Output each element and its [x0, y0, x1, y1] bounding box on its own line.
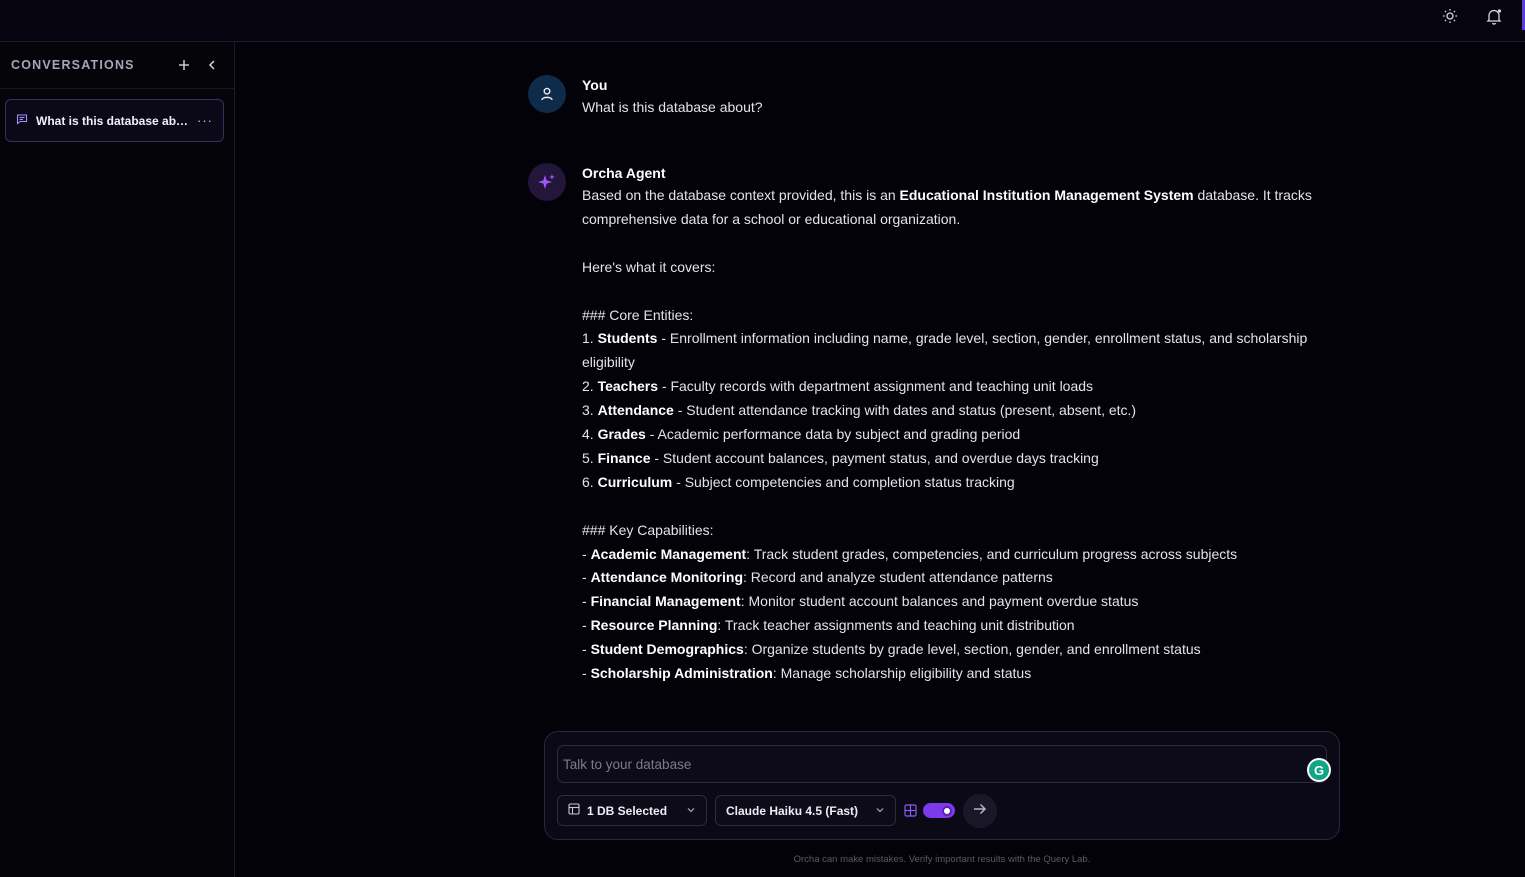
- core-entity-item: 1. Students - Enrollment information inc…: [582, 330, 1308, 371]
- table-icon: [568, 803, 580, 818]
- disclaimer-note: Orcha can make mistakes. Verify importan…: [793, 854, 1091, 865]
- grammarly-icon[interactable]: G: [1307, 758, 1331, 782]
- capability-item: - Student Demographics: Organize student…: [582, 641, 1201, 658]
- sidebar-header: CONVERSATIONS: [0, 42, 234, 89]
- capability-item: - Financial Management: Monitor student …: [582, 593, 1139, 610]
- agent-covers: Here's what it covers:: [582, 258, 716, 275]
- chat-input-box[interactable]: G: [557, 745, 1331, 783]
- user-icon: [528, 75, 566, 113]
- toggle-knob: [942, 805, 952, 816]
- model-select[interactable]: Claude Haiku 4.5 (Fast): [715, 795, 896, 826]
- table-view-icon[interactable]: [904, 804, 917, 822]
- core-entities-list: 1. Students - Enrollment information inc…: [582, 327, 1312, 494]
- user-sender: You: [582, 77, 608, 93]
- composer: G 1 DB Selected Claude Haiku 4.5 (Fast): [544, 731, 1340, 840]
- user-message-body: You What is this database about?: [582, 75, 1312, 120]
- capability-item: - Attendance Monitoring: Record and anal…: [582, 569, 1053, 586]
- db-select-label: 1 DB Selected: [587, 803, 668, 818]
- agent-message-text: Based on the database context provided, …: [582, 184, 1312, 686]
- plus-icon[interactable]: [173, 54, 195, 76]
- mode-toggle[interactable]: [923, 803, 955, 818]
- core-entity-item: 5. Finance - Student account balances, p…: [582, 449, 1099, 466]
- agent-intro: Based on the database context provided, …: [582, 187, 1312, 227]
- chevron-down-icon: [875, 804, 885, 818]
- core-heading: ### Core Entities:: [582, 306, 694, 323]
- user-message-text: What is this database about?: [582, 99, 763, 115]
- core-entity-item: 4. Grades - Academic performance data by…: [582, 426, 1021, 443]
- more-options-icon[interactable]: ···: [197, 113, 213, 128]
- capabilities-heading: ### Key Capabilities:: [582, 521, 714, 538]
- capability-item: - Scholarship Administration: Manage sch…: [582, 665, 1032, 682]
- bell-icon[interactable]: [1482, 4, 1506, 28]
- sidebar-title: CONVERSATIONS: [11, 58, 135, 72]
- agent-sender: Orcha Agent: [582, 165, 666, 181]
- core-entity-item: 6. Curriculum - Subject competencies and…: [582, 473, 1015, 490]
- capabilities-list: - Academic Management: Track student gra…: [582, 543, 1312, 686]
- send-button[interactable]: [963, 794, 997, 828]
- model-select-label: Claude Haiku 4.5 (Fast): [726, 803, 859, 818]
- capability-item: - Academic Management: Track student gra…: [582, 545, 1238, 562]
- agent-message-body: Orcha Agent Based on the database contex…: [582, 163, 1312, 686]
- core-entity-item: 3. Attendance - Student attendance track…: [582, 402, 1137, 419]
- message-icon: [16, 112, 28, 130]
- sidebar: CONVERSATIONS What is this database abo.…: [0, 42, 235, 877]
- top-bar: [0, 0, 1525, 42]
- core-entity-item: 2. Teachers - Faculty records with depar…: [582, 378, 1094, 395]
- conversation-label: What is this database abo...: [36, 113, 191, 128]
- capability-item: - Resource Planning: Track teacher assig…: [582, 617, 1075, 634]
- arrow-right-icon: [973, 802, 987, 820]
- sparkles-icon: [528, 163, 566, 201]
- chevron-left-icon[interactable]: [201, 54, 223, 76]
- chat-input[interactable]: [558, 746, 1326, 782]
- chevron-down-icon: [686, 804, 696, 818]
- sun-icon[interactable]: [1438, 4, 1462, 28]
- conversation-item[interactable]: What is this database abo... ···: [5, 99, 224, 142]
- db-select[interactable]: 1 DB Selected: [557, 795, 707, 826]
